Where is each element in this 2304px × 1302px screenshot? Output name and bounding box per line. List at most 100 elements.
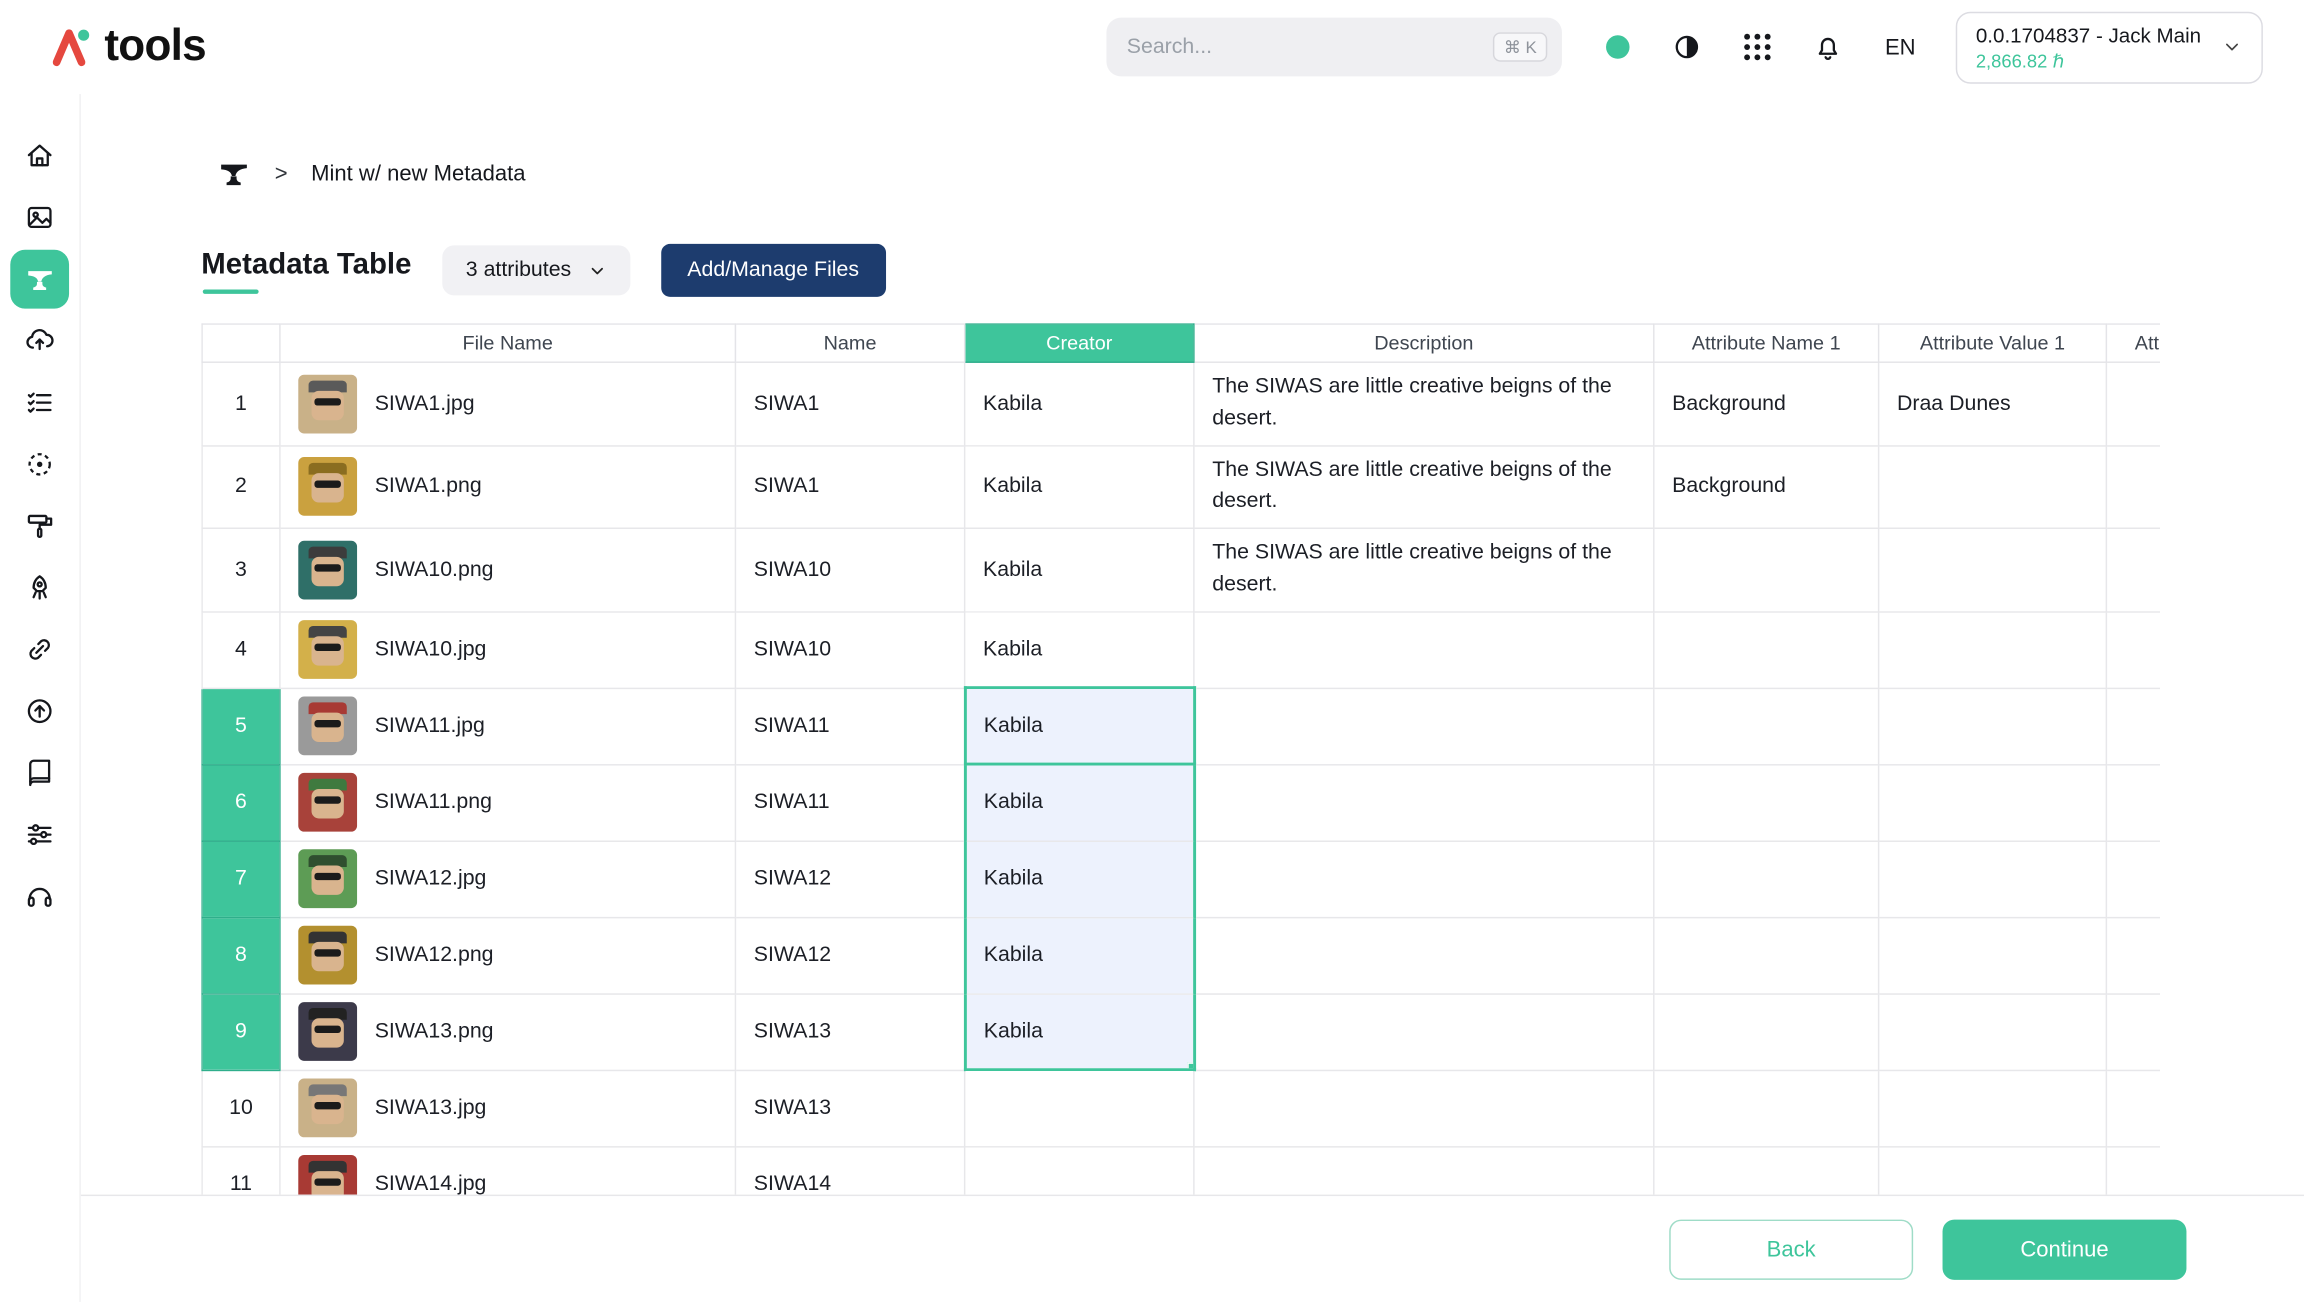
cell-attribute-name-1[interactable]	[1654, 917, 1879, 993]
cell-description[interactable]	[1194, 688, 1654, 764]
cell-attribute-value-1[interactable]	[1879, 993, 2107, 1069]
cell-description[interactable]	[1194, 611, 1654, 687]
sidebar-item-tasks[interactable]	[10, 373, 69, 432]
row-number-cell[interactable]: 4	[202, 611, 280, 687]
cell-description[interactable]: The SIWAS are little creative beigns of …	[1194, 528, 1654, 611]
sidebar-item-mint[interactable]	[10, 250, 69, 309]
sidebar-item-home[interactable]	[10, 126, 69, 185]
cell-creator[interactable]: Kabila	[965, 840, 1194, 916]
cell-description[interactable]: The SIWAS are little creative beigns of …	[1194, 362, 1654, 445]
cell-attribute-value-1[interactable]	[1879, 764, 2107, 840]
search-bar[interactable]: ⌘ K	[1106, 18, 1562, 77]
cell-file-name[interactable]: SIWA12.png	[280, 917, 736, 993]
col-header-description[interactable]: Description	[1194, 324, 1654, 362]
col-header-creator[interactable]: Creator	[965, 324, 1194, 362]
cell-attribute-name-2[interactable]	[2106, 993, 2160, 1069]
row-number-cell[interactable]: 5	[202, 688, 280, 764]
cell-creator[interactable]: Kabila	[965, 764, 1194, 840]
row-number-cell[interactable]: 10	[202, 1070, 280, 1146]
cell-creator[interactable]	[965, 1146, 1194, 1194]
attributes-dropdown[interactable]: 3 attributes	[442, 245, 630, 295]
cell-description[interactable]	[1194, 840, 1654, 916]
cell-name[interactable]: SIWA1	[735, 362, 964, 445]
cell-attribute-name-1[interactable]	[1654, 993, 1879, 1069]
add-manage-files-button[interactable]: Add/Manage Files	[661, 244, 886, 297]
notifications-bell-icon[interactable]	[1810, 29, 1845, 64]
cell-file-name[interactable]: SIWA14.jpg	[280, 1146, 736, 1194]
sidebar-item-support[interactable]	[10, 867, 69, 926]
cell-file-name[interactable]: SIWA10.png	[280, 528, 736, 611]
cell-attribute-value-1[interactable]	[1879, 445, 2107, 528]
cell-creator[interactable]: Kabila	[965, 445, 1194, 528]
back-button[interactable]: Back	[1669, 1219, 1913, 1279]
cell-description[interactable]	[1194, 1146, 1654, 1194]
cell-attribute-name-1[interactable]	[1654, 764, 1879, 840]
account-menu[interactable]: 0.0.1704837 - Jack Main 2,866.82 ℏ	[1955, 11, 2263, 83]
cell-name[interactable]: SIWA13	[735, 993, 964, 1069]
cell-attribute-name-2[interactable]	[2106, 362, 2160, 445]
cell-attribute-name-1[interactable]	[1654, 528, 1879, 611]
cell-attribute-value-1[interactable]	[1879, 917, 2107, 993]
sidebar-item-publish[interactable]	[10, 682, 69, 741]
cell-file-name[interactable]: SIWA13.png	[280, 993, 736, 1069]
cell-creator[interactable]	[965, 1070, 1194, 1146]
cell-attribute-value-1[interactable]	[1879, 1146, 2107, 1194]
cell-creator[interactable]: Kabila	[965, 362, 1194, 445]
cell-creator[interactable]: Kabila	[965, 611, 1194, 687]
row-number-cell[interactable]: 9	[202, 993, 280, 1069]
language-selector[interactable]: EN	[1885, 35, 1916, 60]
cell-attribute-name-2[interactable]	[2106, 445, 2160, 528]
cell-description[interactable]	[1194, 1070, 1654, 1146]
selection-fill-handle[interactable]	[1187, 1062, 1194, 1069]
cell-file-name[interactable]: SIWA12.jpg	[280, 840, 736, 916]
col-header-file-name[interactable]: File Name	[280, 324, 736, 362]
cell-file-name[interactable]: SIWA10.jpg	[280, 611, 736, 687]
continue-button[interactable]: Continue	[1943, 1219, 2187, 1279]
sidebar-item-upload[interactable]	[10, 312, 69, 371]
cell-name[interactable]: SIWA1	[735, 445, 964, 528]
row-number-cell[interactable]: 1	[202, 362, 280, 445]
cell-file-name[interactable]: SIWA13.jpg	[280, 1070, 736, 1146]
apps-grid-icon[interactable]	[1744, 34, 1770, 60]
cell-attribute-value-1[interactable]	[1879, 611, 2107, 687]
cell-attribute-name-1[interactable]	[1654, 611, 1879, 687]
row-number-cell[interactable]: 11	[202, 1146, 280, 1194]
cell-description[interactable]	[1194, 764, 1654, 840]
cell-attribute-value-1[interactable]	[1879, 840, 2107, 916]
cell-attribute-name-2[interactable]	[2106, 1146, 2160, 1194]
cell-attribute-name-2[interactable]	[2106, 840, 2160, 916]
cell-attribute-name-1[interactable]: Background	[1654, 362, 1879, 445]
cell-attribute-name-1[interactable]	[1654, 840, 1879, 916]
col-header-attribute-name-2[interactable]: Attribute Name 2	[2106, 324, 2160, 362]
cell-description[interactable]	[1194, 993, 1654, 1069]
row-number-cell[interactable]: 8	[202, 917, 280, 993]
sidebar-item-library[interactable]	[10, 744, 69, 803]
cell-attribute-name-2[interactable]	[2106, 917, 2160, 993]
cell-name[interactable]: SIWA11	[735, 764, 964, 840]
sidebar-item-links[interactable]	[10, 620, 69, 679]
row-number-cell[interactable]: 2	[202, 445, 280, 528]
cell-name[interactable]: SIWA13	[735, 1070, 964, 1146]
cell-creator[interactable]: Kabila	[965, 993, 1194, 1069]
cell-attribute-value-1[interactable]	[1879, 688, 2107, 764]
cell-attribute-value-1[interactable]	[1879, 1070, 2107, 1146]
cell-attribute-name-2[interactable]	[2106, 611, 2160, 687]
cell-attribute-name-1[interactable]	[1654, 1146, 1879, 1194]
cell-file-name[interactable]: SIWA11.jpg	[280, 688, 736, 764]
cell-name[interactable]: SIWA11	[735, 688, 964, 764]
col-header-attribute-value-1[interactable]: Attribute Value 1	[1879, 324, 2107, 362]
sidebar-item-art[interactable]	[10, 497, 69, 556]
cell-creator[interactable]: Kabila	[965, 688, 1194, 764]
cell-attribute-name-2[interactable]	[2106, 688, 2160, 764]
sidebar-item-launch[interactable]	[10, 558, 69, 617]
sidebar-item-snapshot[interactable]	[10, 435, 69, 494]
cell-attribute-name-1[interactable]	[1654, 688, 1879, 764]
row-number-cell[interactable]: 6	[202, 764, 280, 840]
col-header-name[interactable]: Name	[735, 324, 964, 362]
cell-file-name[interactable]: SIWA1.jpg	[280, 362, 736, 445]
cell-file-name[interactable]: SIWA11.png	[280, 764, 736, 840]
cell-attribute-name-1[interactable]: Background	[1654, 445, 1879, 528]
cell-attribute-name-2[interactable]	[2106, 764, 2160, 840]
col-header-attribute-name-1[interactable]: Attribute Name 1	[1654, 324, 1879, 362]
cell-file-name[interactable]: SIWA1.png	[280, 445, 736, 528]
